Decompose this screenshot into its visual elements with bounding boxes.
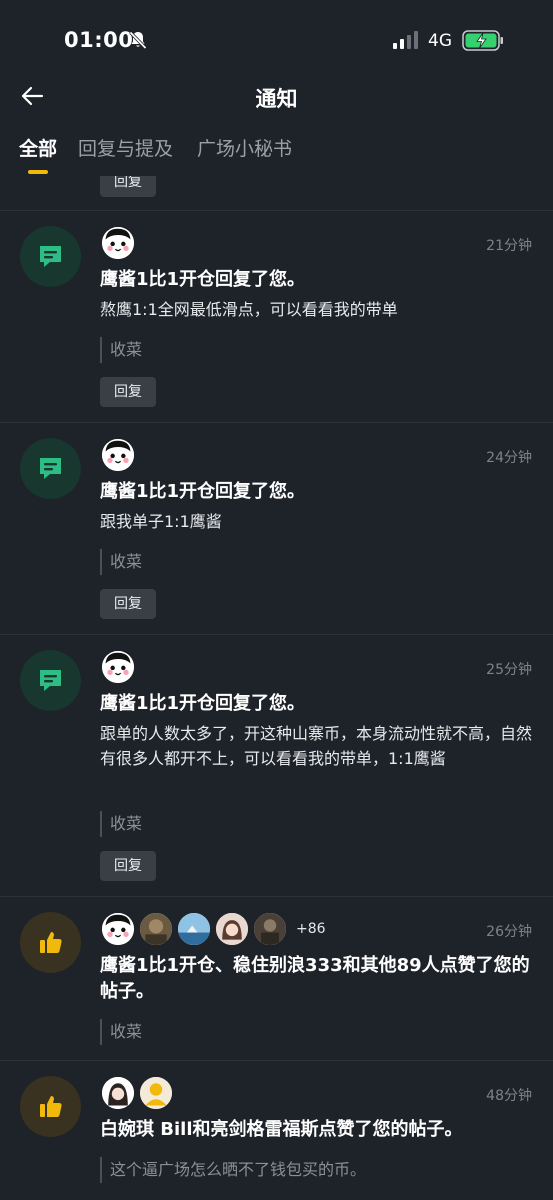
notification-headline: 鹰酱1比1开仓回复了您。 bbox=[100, 481, 306, 502]
thumbs-up-icon bbox=[40, 1096, 62, 1117]
comment-icon bbox=[40, 670, 61, 691]
notification-item[interactable]: 48分钟 白婉琪 Bill和亮剑格雷福斯点赞了您的帖子。 这个逼广场怎么晒不了钱… bbox=[0, 1061, 553, 1200]
timestamp: 25分钟 bbox=[486, 662, 532, 678]
quoted-post[interactable]: 这个逼广场怎么晒不了钱包买的币。 bbox=[100, 1157, 530, 1183]
timestamp: 48分钟 bbox=[486, 1088, 532, 1104]
person-avatar-icon bbox=[216, 913, 248, 945]
status-time: 01:00 bbox=[64, 28, 134, 52]
notification-item[interactable]: 24分钟 鹰酱1比1开仓回复了您。 跟我单子1:1鹰酱 收菜 回复 bbox=[0, 423, 553, 635]
tab-square-assistant[interactable]: 广场小秘书 bbox=[197, 134, 292, 161]
cartoon-avatar-icon bbox=[102, 913, 134, 945]
tab-bar: 全部 回复与提及 广场小秘书 bbox=[0, 128, 553, 176]
reply-button[interactable]: 回复 bbox=[100, 851, 156, 881]
network-type: 4G bbox=[428, 31, 452, 51]
notification-body: 熬鹰1:1全网最低滑点，可以看看我的带单 bbox=[100, 300, 398, 319]
notification-headline: 鹰酱1比1开仓回复了您。 bbox=[100, 693, 306, 714]
notification-item[interactable]: 25分钟 鹰酱1比1开仓回复了您。 跟单的人数太多了，开这种山寨币，本身流动性就… bbox=[0, 635, 553, 897]
timestamp: 26分钟 bbox=[486, 924, 532, 940]
notification-headline: 鹰酱1比1开仓回复了您。 bbox=[100, 269, 306, 290]
tab-replies-mentions[interactable]: 回复与提及 bbox=[78, 134, 173, 161]
comment-type-badge bbox=[20, 650, 81, 711]
timestamp: 21分钟 bbox=[486, 238, 532, 254]
person-avatar-icon bbox=[102, 1077, 134, 1109]
landscape-avatar-icon bbox=[178, 913, 210, 945]
photo-avatar-icon bbox=[140, 913, 172, 945]
comment-icon bbox=[40, 458, 61, 479]
cartoon-avatar-icon bbox=[102, 439, 134, 471]
avatar-group bbox=[100, 649, 138, 685]
avatar[interactable] bbox=[100, 649, 136, 685]
avatar-group bbox=[100, 437, 138, 473]
comment-icon bbox=[40, 246, 61, 267]
notification-headline: 白婉琪 Bill和亮剑格雷福斯点赞了您的帖子。 bbox=[100, 1119, 463, 1140]
nav-bar: 通知 bbox=[0, 75, 553, 119]
notification-body: 跟单的人数太多了，开这种山寨币，本身流动性就不高，自然有很多人都开不上，可以看看… bbox=[100, 724, 533, 768]
cartoon-avatar-icon bbox=[102, 651, 134, 683]
comment-type-badge bbox=[20, 438, 81, 499]
thumbs-up-icon bbox=[40, 932, 62, 953]
avatar[interactable] bbox=[100, 437, 136, 473]
reply-button[interactable]: 回复 bbox=[100, 176, 156, 197]
cartoon-avatar-icon bbox=[102, 227, 134, 259]
user-avatar-icon bbox=[140, 1077, 172, 1109]
tab-all[interactable]: 全部 bbox=[19, 134, 57, 161]
like-type-badge bbox=[20, 1076, 81, 1137]
avatar[interactable] bbox=[100, 1075, 136, 1111]
battery-charging-icon bbox=[462, 30, 503, 51]
avatar[interactable] bbox=[100, 911, 136, 947]
quoted-post[interactable]: 收菜 bbox=[100, 337, 530, 363]
avatar-group bbox=[100, 225, 138, 261]
status-bar: 01:00 4G bbox=[0, 0, 553, 80]
signal-icon bbox=[393, 31, 418, 49]
notification-item[interactable]: 21分钟 鹰酱1比1开仓回复了您。 熬鹰1:1全网最低滑点，可以看看我的带单 收… bbox=[0, 211, 553, 423]
notification-list[interactable]: 回复 21分钟 鹰酱1比1开仓回复了您。 熬鹰1:1全网最低滑点，可以看看我的带… bbox=[0, 176, 553, 1200]
notification-item[interactable]: +86 26分钟 鹰酱1比1开仓、稳住别浪333和其他89人点赞了您的帖子。 收… bbox=[0, 897, 553, 1061]
page-title: 通知 bbox=[255, 87, 298, 111]
avatar[interactable] bbox=[138, 911, 174, 947]
avatar[interactable] bbox=[100, 225, 136, 261]
avatar[interactable] bbox=[252, 911, 288, 947]
avatar-group bbox=[100, 1075, 176, 1111]
notification-body: 跟我单子1:1鹰酱 bbox=[100, 512, 222, 531]
avatar-group: +86 bbox=[100, 911, 326, 947]
reply-button[interactable]: 回复 bbox=[100, 589, 156, 619]
reply-button[interactable]: 回复 bbox=[100, 377, 156, 407]
quoted-post[interactable]: 收菜 bbox=[100, 1019, 530, 1045]
quoted-post[interactable]: 收菜 bbox=[100, 811, 530, 837]
avatar[interactable] bbox=[176, 911, 212, 947]
more-likers-count: +86 bbox=[296, 921, 326, 937]
bell-muted-icon bbox=[129, 31, 147, 50]
comment-type-badge bbox=[20, 226, 81, 287]
like-type-badge bbox=[20, 912, 81, 973]
timestamp: 24分钟 bbox=[486, 450, 532, 466]
photo-avatar-icon bbox=[254, 913, 286, 945]
notification-item[interactable]: 回复 bbox=[0, 176, 553, 210]
avatar[interactable] bbox=[138, 1075, 174, 1111]
active-tab-indicator bbox=[28, 170, 48, 174]
avatar[interactable] bbox=[214, 911, 250, 947]
notification-headline: 鹰酱1比1开仓、稳住别浪333和其他89人点赞了您的帖子。 bbox=[100, 955, 530, 1002]
quoted-post[interactable]: 收菜 bbox=[100, 549, 530, 575]
